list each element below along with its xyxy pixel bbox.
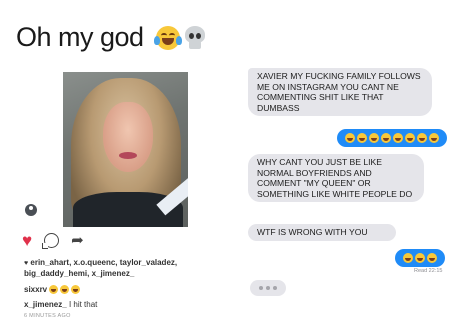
comment-row: sixxrv [24,285,81,294]
typing-dot [266,286,270,290]
tears-of-joy-icon [415,253,425,263]
tears-of-joy-icon [357,133,367,143]
sent-message-emojis [337,129,447,147]
tears-of-joy-icon [405,133,415,143]
tears-of-joy-icon [345,133,355,143]
caption-emojis [153,25,206,50]
typing-dot [259,286,263,290]
typing-dot [273,286,277,290]
comment-row: x_jimenez_ I hit that [24,300,97,309]
likes-text[interactable]: erin_ahart, x.o.queenc, taylor_valadez, … [24,258,177,278]
caption-text: Oh my god [16,22,144,52]
post-timestamp: 6 MINUTES AGO [24,313,71,319]
tears-of-joy-icon [369,133,379,143]
meme-caption: Oh my god [16,22,206,53]
received-message: WTF IS WRONG WITH YOU [248,224,396,241]
tears-of-joy-icon [403,253,413,263]
tears-of-joy-icon [71,285,81,294]
small-heart-icon: ♥ [24,260,29,267]
likes-line: ♥ erin_ahart, x.o.queenc, taylor_valadez… [24,258,214,279]
heart-icon[interactable]: ♥ [22,232,32,249]
tears-of-joy-icon [153,25,182,50]
tears-of-joy-icon [429,133,439,143]
share-icon[interactable]: ➦ [71,233,84,248]
received-message: WHY CANT YOU JUST BE LIKE NORMAL BOYFRIE… [248,154,424,202]
comment-user[interactable]: x_jimenez_ [24,300,67,309]
tears-of-joy-icon [393,133,403,143]
post-photo[interactable] [63,72,188,227]
tears-of-joy-icon [417,133,427,143]
sent-message-emojis [395,249,445,267]
tears-of-joy-icon [427,253,437,263]
tears-of-joy-icon [49,285,59,294]
comment-icon[interactable] [42,233,60,249]
tears-of-joy-icon [381,133,391,143]
skull-icon [184,25,206,50]
post-actions: ♥ ➦ [22,232,84,249]
read-receipt: Read 22:15 [414,268,443,274]
comment-user[interactable]: sixxrv [24,285,47,294]
typing-indicator [250,280,286,296]
tag-people-icon[interactable] [25,204,37,216]
tears-of-joy-icon [60,285,70,294]
comment-text: I hit that [68,300,98,309]
received-message: XAVIER MY FUCKING FAMILY FOLLOWS ME ON I… [248,68,432,116]
